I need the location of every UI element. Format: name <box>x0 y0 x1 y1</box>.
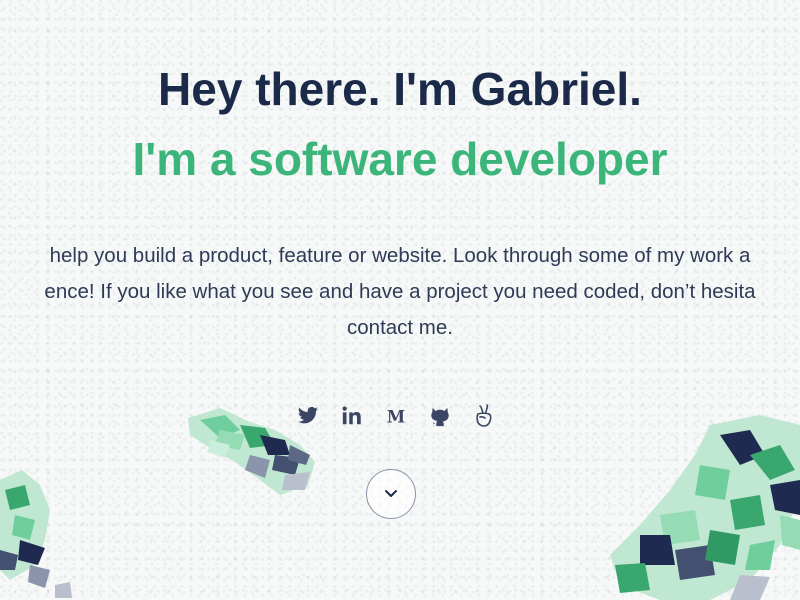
hero-section: Hey there. I'm Gabriel. I'm a software d… <box>0 0 800 600</box>
hero-greeting: Hey there. I'm Gabriel. <box>158 63 642 115</box>
hero-intro-line-1: help you build a product, feature or web… <box>49 244 751 267</box>
medium-link[interactable]: M <box>384 404 408 428</box>
github-link[interactable] <box>428 404 452 428</box>
medium-icon: M <box>387 407 405 426</box>
angellist-icon <box>476 404 492 427</box>
svg-text:M: M <box>387 407 405 426</box>
hero-intro-line-2: ence! If you like what you see and have … <box>44 280 756 303</box>
github-icon <box>431 407 449 427</box>
angellist-link[interactable] <box>472 404 496 428</box>
twitter-icon <box>297 406 319 424</box>
linkedin-icon <box>342 406 361 425</box>
social-links: M <box>296 404 496 428</box>
hero-role: I'm a software developer <box>132 133 668 185</box>
scroll-down-button[interactable] <box>366 469 416 519</box>
twitter-link[interactable] <box>296 404 320 428</box>
linkedin-link[interactable] <box>340 404 364 428</box>
chevron-down-icon <box>385 490 397 497</box>
hero-intro: help you build a product, feature or web… <box>0 238 800 346</box>
hero-intro-line-3: contact me. <box>347 316 453 339</box>
